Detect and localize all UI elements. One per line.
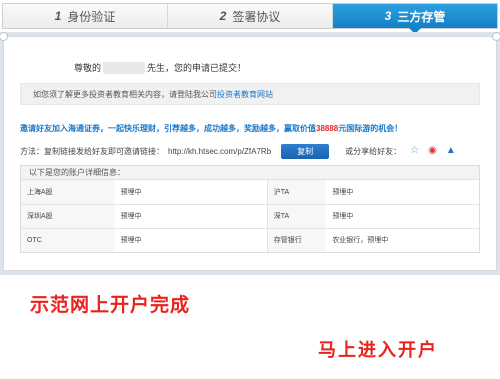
invite-amount: 38888 xyxy=(316,124,339,133)
invite-text: 邀请好友加入海通证券，一起快乐理财，引荐越多，成功越多，奖励越多，赢取价值 xyxy=(20,124,316,133)
step-sign-agreement: 2 签署协议 xyxy=(167,4,332,28)
invite-tail: 元国际游的机会！ xyxy=(338,124,403,133)
result-panel: 尊敬的 先生，您的申请已提交！ 如您须了解更多投资者教育相关内容，请登陆我公司 … xyxy=(0,32,500,271)
weibo-share-icon[interactable]: ◉ xyxy=(428,146,437,156)
step-number: 3 xyxy=(384,9,392,23)
investor-education-link[interactable]: 投资者教育网站 xyxy=(217,89,273,100)
step-progress-bar: 1 身份验证 2 签署协议 3 三方存管 xyxy=(2,3,498,34)
invite-banner: 邀请好友加入海通证券，一起快乐理财，引荐越多，成功越多，奖励越多，赢取价值388… xyxy=(20,123,402,134)
table-row: OTC 预埋中 存管银行 农业银行，预埋中 xyxy=(21,228,479,252)
account-details-table: 以下是您的账户详细信息： 上海A股 预埋中 沪TA 预埋中 深圳A股 预埋中 深… xyxy=(20,165,480,253)
step-third-party-custody: 3 三方存管 xyxy=(332,4,497,34)
share-to-label: 或分享给好友： xyxy=(345,146,402,156)
account-status: 预埋中 xyxy=(326,180,479,205)
active-step-pointer-icon xyxy=(409,28,421,34)
step-number: 2 xyxy=(219,9,227,23)
open-account-now-caption[interactable]: 马上进入开户 xyxy=(318,336,438,362)
account-label: OTC xyxy=(21,228,115,252)
notice-text: 如您须了解更多投资者教育相关内容，请登陆我公司 xyxy=(33,89,217,99)
step-number: 1 xyxy=(54,9,62,23)
account-label: 深圳A股 xyxy=(21,204,115,229)
account-label: 沪TA xyxy=(266,180,327,205)
submission-greeting: 尊敬的 先生，您的申请已提交！ xyxy=(74,61,246,74)
investor-education-notice: 如您须了解更多投资者教育相关内容，请登陆我公司 投资者教育网站 xyxy=(20,83,480,105)
step-label: 签署协议 xyxy=(232,9,281,24)
resize-handle-icon xyxy=(0,32,8,41)
account-status: 预埋中 xyxy=(120,237,142,245)
step-identity-verification: 1 身份验证 xyxy=(3,4,167,28)
account-details-header: 以下是您的账户详细信息： xyxy=(21,166,479,180)
account-status: 农业银行，预埋中 xyxy=(332,237,389,245)
share-link-row: 方法：复制链接发给好友即可邀请链接： http://kh.htsec.com/p… xyxy=(20,142,490,160)
greeting-prefix: 尊敬的 xyxy=(74,63,102,73)
tencent-share-icon[interactable]: ☆ xyxy=(410,146,419,156)
account-label: 深TA xyxy=(266,204,327,229)
redacted-name xyxy=(103,61,146,74)
account-status: 预埋中 xyxy=(326,204,479,229)
account-status: 预埋中 xyxy=(114,204,268,229)
step-label: 三方存管 xyxy=(397,9,446,24)
share-method-label: 方法：复制链接发给好友即可邀请链接： xyxy=(20,146,164,156)
renren-share-icon[interactable]: ▲ xyxy=(446,146,456,156)
copy-button[interactable]: 复制 xyxy=(281,143,330,159)
account-label: 存管银行 xyxy=(266,228,327,252)
step-label: 身份验证 xyxy=(67,9,116,24)
greeting-suffix: 先生，您的申请已提交！ xyxy=(147,63,247,73)
resize-handle-icon xyxy=(492,32,500,41)
demo-complete-caption: 示范网上开户完成 xyxy=(30,295,191,316)
account-status: 预埋中 xyxy=(114,180,268,205)
table-row: 上海A股 预埋中 沪TA 预埋中 xyxy=(21,180,479,205)
account-label: 上海A股 xyxy=(21,180,115,205)
invite-link-url[interactable]: http://kh.htsec.com/p/ZfA7Rb xyxy=(168,147,271,156)
table-row: 深圳A股 预埋中 深TA 预埋中 xyxy=(21,204,479,229)
